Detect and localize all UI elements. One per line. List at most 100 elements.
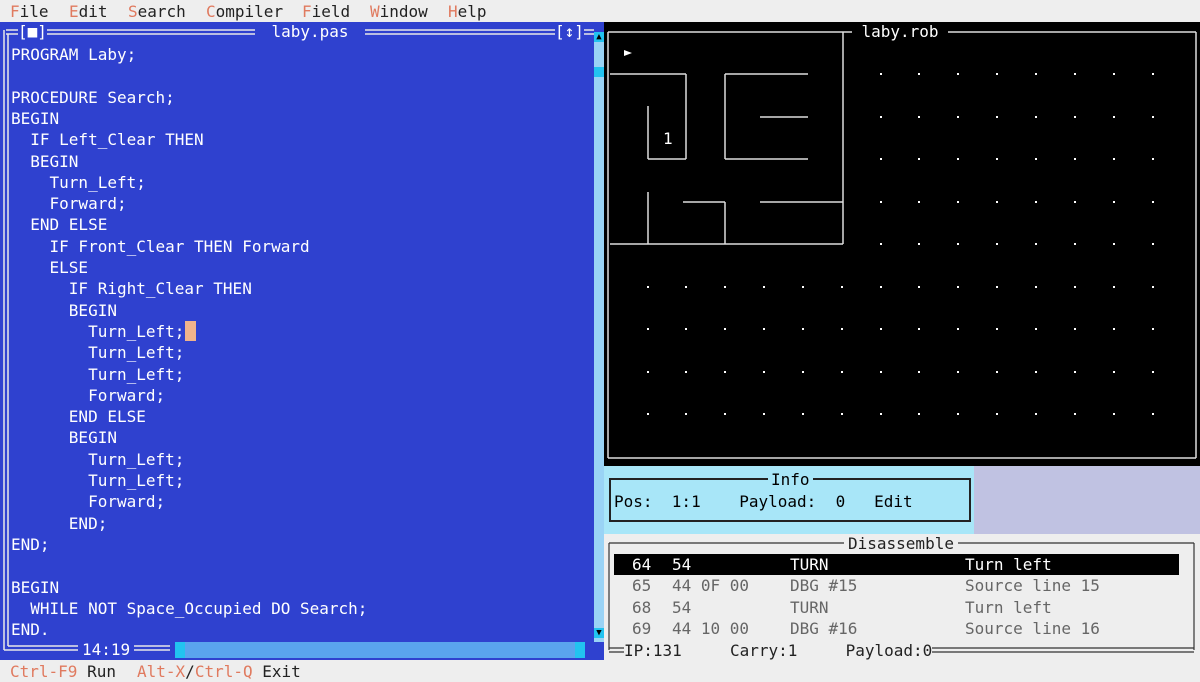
- field-grid-dot: [1152, 158, 1154, 160]
- field-grid-dot: [647, 328, 649, 330]
- field-grid-dot: [918, 328, 920, 330]
- code-line[interactable]: Forward;: [11, 491, 165, 512]
- field-grid-dot: [1152, 116, 1154, 118]
- cell-marker: 1: [663, 129, 673, 148]
- field-grid-dot: [996, 116, 998, 118]
- code-line[interactable]: BEGIN: [11, 577, 59, 598]
- code-line[interactable]: BEGIN: [11, 108, 59, 129]
- field-grid-dot: [647, 286, 649, 288]
- field-grid-dot: [1113, 413, 1115, 415]
- code-line[interactable]: Turn_Left;: [11, 449, 184, 470]
- field-grid-dot: [996, 158, 998, 160]
- field-grid-dot: [1035, 73, 1037, 75]
- code-line[interactable]: BEGIN: [11, 151, 78, 172]
- disassemble-row[interactable]: 69 44 10 00 DBG #16 Source line 16: [614, 618, 1179, 639]
- editor-bottom-bar: 14:19: [0, 638, 604, 660]
- disassemble-row[interactable]: 68 54 TURN Turn left: [614, 597, 1179, 618]
- code-line[interactable]: IF Left_Clear THEN: [11, 129, 203, 150]
- code-line[interactable]: END ELSE: [11, 406, 146, 427]
- scroll-left-arrow-icon[interactable]: [175, 642, 185, 658]
- code-line[interactable]: PROGRAM Laby;: [11, 44, 136, 65]
- menu-window[interactable]: Window: [370, 2, 428, 21]
- mode-indicator[interactable]: Edit: [874, 492, 913, 511]
- carry-value: Carry:1: [729, 641, 798, 660]
- menu-bar: File Edit Search Compiler Field Window H…: [0, 0, 1200, 22]
- field-grid-dot: [724, 286, 726, 288]
- scroll-right-arrow-icon[interactable]: [575, 642, 585, 658]
- code-line[interactable]: ELSE: [11, 257, 89, 278]
- field-grid-dot: [996, 371, 998, 373]
- menu-compiler[interactable]: Compiler: [206, 2, 283, 21]
- code-line[interactable]: Turn_Left;: [11, 342, 184, 363]
- field-grid-dot: [880, 201, 882, 203]
- code-line[interactable]: Turn_Left;: [11, 321, 184, 342]
- disassemble-panel: Disassemble 64 54 TURN Turn left 65 44 0F 00 D…: [604, 534, 1200, 660]
- exit-shortcut[interactable]: Alt-X/Ctrl-Q Exit: [137, 662, 301, 681]
- field-grid-dot: [918, 116, 920, 118]
- menu-field[interactable]: Field: [302, 2, 350, 21]
- code-line[interactable]: END ELSE: [11, 214, 107, 235]
- text-cursor: [185, 321, 196, 341]
- disassemble-row[interactable]: 65 44 0F 00 DBG #15 Source line 15: [614, 575, 1179, 596]
- code-line[interactable]: Forward;: [11, 385, 165, 406]
- field-grid-dot: [1074, 158, 1076, 160]
- field-grid-dot: [996, 413, 998, 415]
- menu-help[interactable]: Help: [448, 2, 487, 21]
- payload-status: Payload:0: [845, 641, 933, 660]
- field-grid-dot: [1113, 73, 1115, 75]
- code-line[interactable]: WHILE NOT Space_Occupied DO Search;: [11, 598, 367, 619]
- info-filler: [974, 466, 1200, 534]
- horizontal-scrollbar[interactable]: [175, 642, 585, 658]
- field-grid-dot: [647, 371, 649, 373]
- run-shortcut[interactable]: Ctrl-F9 Run: [10, 662, 116, 681]
- field-grid-dot: [1035, 286, 1037, 288]
- field-grid-dot: [1152, 413, 1154, 415]
- disassemble-row[interactable]: 64 54 TURN Turn left: [614, 554, 1179, 575]
- scroll-down-arrow-icon[interactable]: ▼: [594, 628, 604, 638]
- field-grid-dot: [957, 371, 959, 373]
- scroll-up-arrow-icon[interactable]: ▲: [594, 32, 604, 42]
- field-grid-dot: [1152, 73, 1154, 75]
- disassemble-instr: DBG #16: [790, 618, 858, 638]
- code-line[interactable]: END.: [11, 619, 50, 640]
- field-grid-dot: [763, 413, 765, 415]
- code-line[interactable]: BEGIN: [11, 427, 117, 448]
- code-line[interactable]: Turn_Left;: [11, 364, 184, 385]
- field-grid-dot: [1152, 371, 1154, 373]
- vertical-scrollbar[interactable]: ▲ ▼: [594, 32, 604, 642]
- code-line[interactable]: Turn_Left;: [11, 172, 146, 193]
- code-line[interactable]: IF Front_Clear THEN Forward: [11, 236, 310, 257]
- menu-search[interactable]: Search: [128, 2, 186, 21]
- code-line[interactable]: BEGIN: [11, 300, 117, 321]
- close-button[interactable]: [■]: [18, 22, 47, 41]
- field-grid-dot: [1074, 116, 1076, 118]
- code-line[interactable]: IF Right_Clear THEN: [11, 278, 252, 299]
- menu-file[interactable]: File: [10, 2, 49, 21]
- field-window[interactable]: laby.rob 1: [604, 22, 1200, 466]
- disassemble-title: Disassemble: [844, 534, 958, 553]
- cursor-position: 14:19: [78, 640, 135, 659]
- field-grid-dot: [1113, 286, 1115, 288]
- code-line[interactable]: Turn_Left;: [11, 470, 184, 491]
- vertical-scroll-thumb[interactable]: [594, 67, 604, 77]
- field-grid-dot: [1113, 201, 1115, 203]
- field-grid-dot: [880, 371, 882, 373]
- field-grid-dot: [1035, 371, 1037, 373]
- field-grid-dot: [996, 328, 998, 330]
- code-line[interactable]: PROCEDURE Search;: [11, 87, 175, 108]
- pos-value: 1:1: [671, 492, 701, 511]
- editor-window[interactable]: [■] laby.pas [↕] PROGRAM Laby; PROCEDURE …: [0, 22, 604, 660]
- code-line[interactable]: Forward;: [11, 193, 127, 214]
- field-grid-dot: [1113, 116, 1115, 118]
- field-grid-dot: [918, 158, 920, 160]
- menu-edit[interactable]: Edit: [69, 2, 108, 21]
- code-line[interactable]: END;: [11, 513, 108, 534]
- field-grid-dot: [957, 328, 959, 330]
- field-grid-dot: [685, 286, 687, 288]
- payload-label: Payload:: [739, 492, 817, 511]
- disassemble-addr: 69: [632, 618, 652, 638]
- zoom-button[interactable]: [↕]: [555, 22, 584, 41]
- field-grid-dot: [996, 73, 998, 75]
- code-line[interactable]: END;: [11, 534, 50, 555]
- field-grid-dot: [880, 243, 882, 245]
